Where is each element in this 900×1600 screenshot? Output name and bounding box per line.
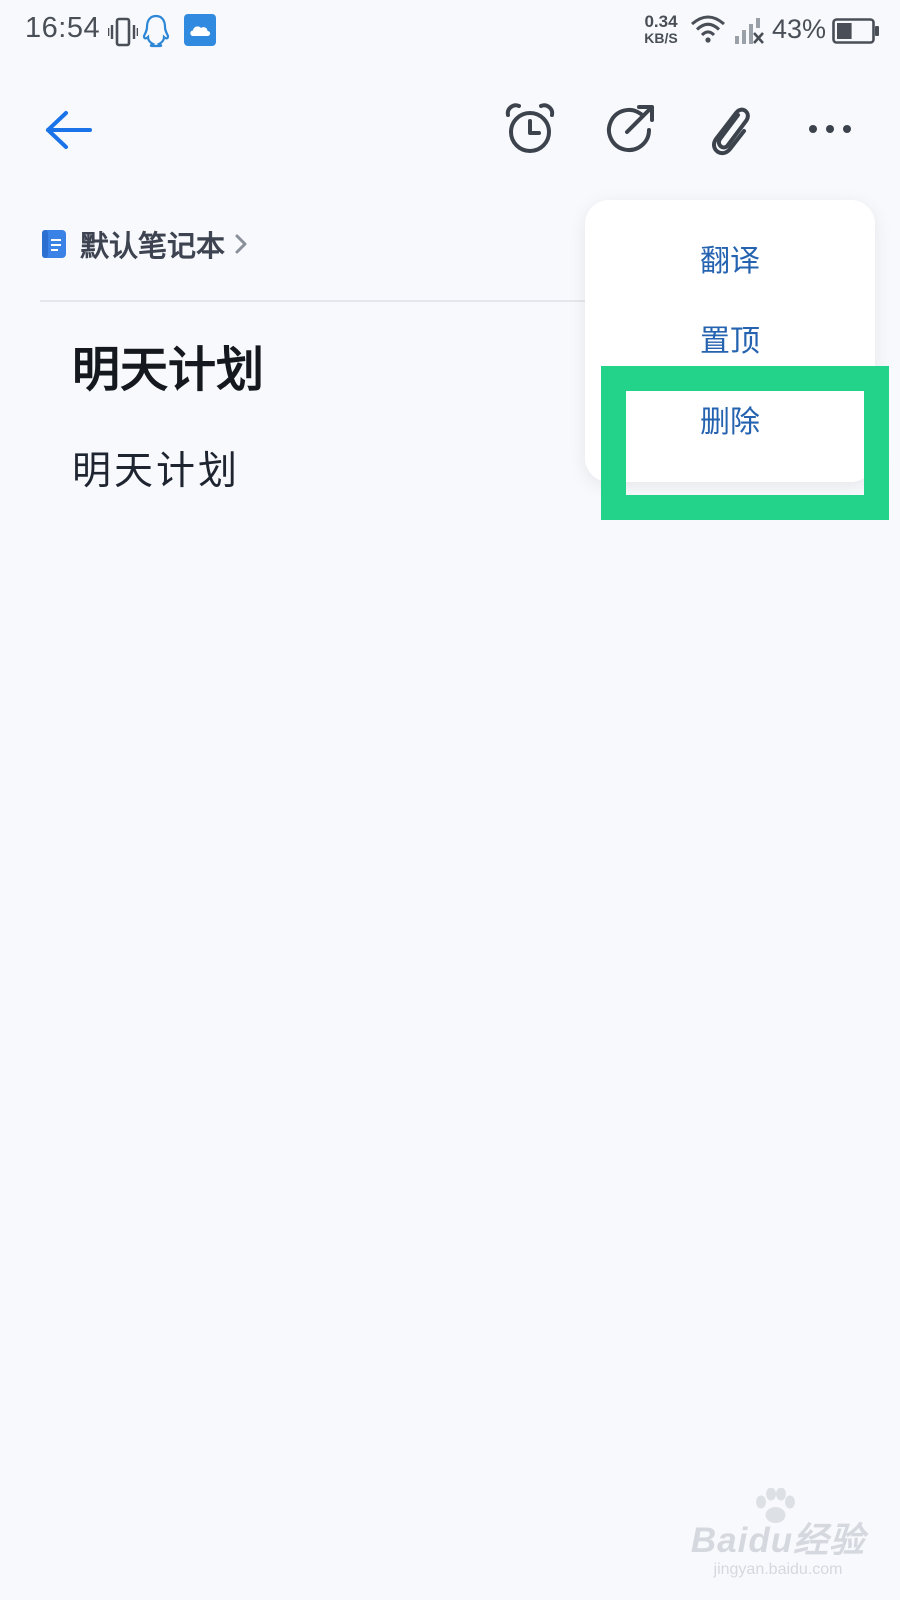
attachment-button[interactable] bbox=[694, 94, 764, 164]
paw-icon bbox=[756, 1488, 795, 1523]
menu-item-translate[interactable]: 翻译 bbox=[585, 232, 875, 292]
net-speed-value: 0.34 bbox=[644, 12, 678, 31]
share-button[interactable] bbox=[595, 94, 665, 164]
more-button[interactable] bbox=[795, 94, 865, 164]
menu-item-delete[interactable]: 删除 bbox=[585, 393, 875, 453]
watermark-url: jingyan.baidu.com bbox=[713, 1561, 843, 1578]
share-icon bbox=[607, 105, 654, 152]
qq-icon bbox=[142, 14, 170, 48]
chevron-right-icon bbox=[235, 234, 247, 254]
alarm-clock-icon bbox=[505, 103, 555, 153]
note-title[interactable]: 明天计划 bbox=[72, 330, 264, 400]
reminder-button[interactable] bbox=[495, 94, 565, 164]
net-speed: 0.34 KB/S bbox=[636, 12, 686, 46]
back-arrow-icon bbox=[46, 111, 92, 149]
notebook-selector[interactable]: 默认笔记本 bbox=[42, 222, 249, 266]
back-button[interactable] bbox=[34, 95, 104, 165]
menu-item-pin[interactable]: 置顶 bbox=[585, 312, 875, 372]
wifi-icon bbox=[691, 15, 725, 43]
watermark: Baidu经验 jingyan.baidu.com bbox=[688, 1488, 868, 1579]
more-options-menu: 翻译 置顶 删除 bbox=[585, 200, 875, 482]
more-icon bbox=[809, 125, 851, 133]
notebook-icon bbox=[42, 230, 66, 258]
status-time: 16:54 bbox=[25, 12, 101, 44]
attachment-icon bbox=[712, 107, 750, 156]
battery-fill bbox=[837, 23, 852, 39]
vibrate-icon bbox=[108, 17, 138, 47]
notebook-name: 默认笔记本 bbox=[80, 229, 226, 263]
battery-percent: 43% bbox=[772, 14, 827, 44]
battery-icon bbox=[832, 18, 879, 44]
no-signal-icon bbox=[735, 18, 764, 44]
status-bar: 16:54 0.34 KB/S 43% bbox=[0, 0, 900, 66]
cloud-app-icon bbox=[184, 14, 216, 46]
note-body[interactable]: 明天计划 bbox=[72, 440, 240, 496]
net-speed-unit: KB/S bbox=[644, 30, 678, 46]
